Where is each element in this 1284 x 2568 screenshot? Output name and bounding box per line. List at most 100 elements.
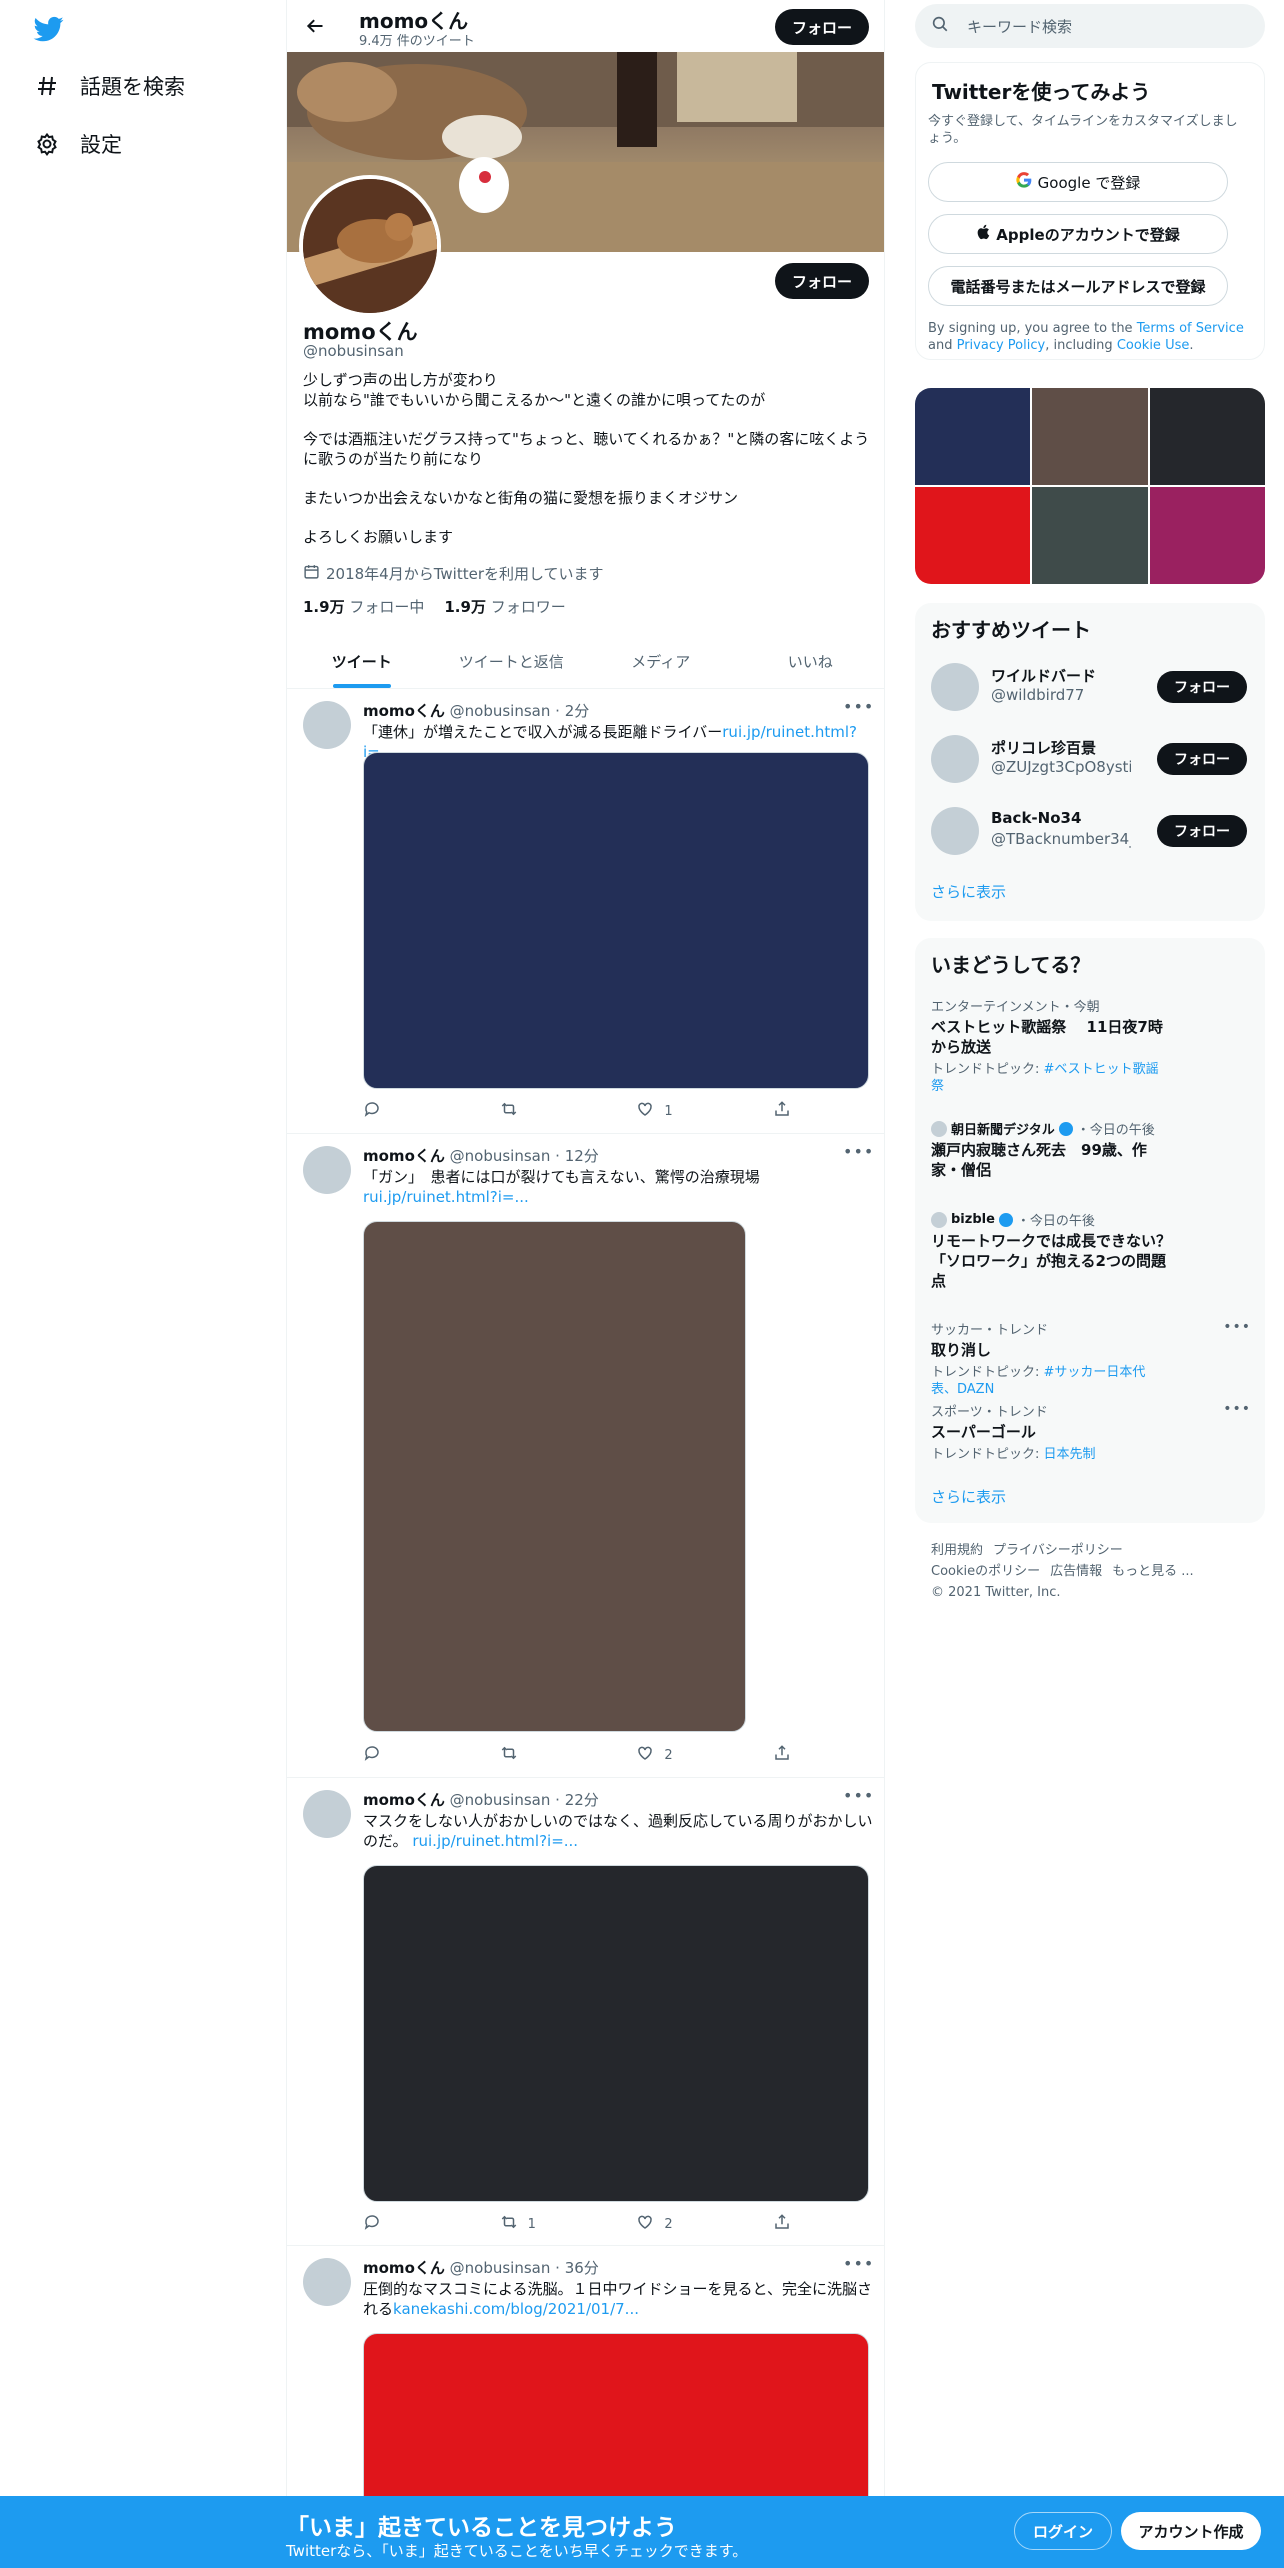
- create-account-button[interactable]: アカウント作成: [1121, 2512, 1261, 2550]
- footer-link[interactable]: もっと見る ...: [1112, 1564, 1194, 1579]
- media-thumbnail[interactable]: [915, 487, 1031, 584]
- hashtag-icon: [34, 73, 60, 99]
- trend-item[interactable]: 朝日新聞デジタル ・今日の午後 瀬戸内寂聴さん死去 99歳、作家・僧侶: [931, 1119, 1251, 1180]
- share-button[interactable]: [773, 1100, 793, 1122]
- profile-follow-button[interactable]: フォロー: [775, 263, 869, 299]
- tweet-media[interactable]: [363, 1221, 746, 1732]
- media-thumbnail[interactable]: [1149, 487, 1265, 584]
- recommended-user[interactable]: ポリコレ珍百景 @ZUJzgt3CpO8ysti フォロー: [931, 731, 1251, 787]
- tweet-media[interactable]: [363, 752, 869, 1089]
- trend-item[interactable]: エンターテインメント・今朝 ベストヒット歌謡祭 11日夜7時から放送 トレンドト…: [931, 996, 1251, 1095]
- tweet-time[interactable]: · 2分: [555, 702, 589, 720]
- follow-button[interactable]: フォロー: [1157, 743, 1247, 775]
- reply-button[interactable]: [363, 2213, 443, 2235]
- tweet[interactable]: momoくん @nobusinsan · 2分 ••• 「連休」が増えたことで収…: [287, 689, 884, 1134]
- cookie-link[interactable]: Cookie Use: [1117, 338, 1190, 353]
- tweet[interactable]: momoくん @nobusinsan · 12分 ••• 「ガン」 患者には口が…: [287, 1134, 884, 1778]
- reply-button[interactable]: [363, 1100, 443, 1122]
- media-thumbnail[interactable]: [1032, 487, 1148, 584]
- follow-button[interactable]: フォロー: [1157, 815, 1247, 847]
- tweet-author-name[interactable]: momoくん: [363, 1791, 445, 1809]
- search-box[interactable]: キーワード検索: [915, 4, 1265, 48]
- tweet-author-name[interactable]: momoくん: [363, 702, 445, 720]
- media-thumbnail[interactable]: [1032, 388, 1148, 485]
- google-signup-button[interactable]: Google で登録: [928, 162, 1228, 202]
- more-icon[interactable]: •••: [843, 1786, 874, 1805]
- twitter-bird-icon[interactable]: [32, 14, 66, 44]
- tweet-avatar[interactable]: [303, 701, 351, 749]
- reply-button[interactable]: [363, 1744, 443, 1766]
- recommended-user[interactable]: ワイルドバード @wildbird77 フォロー: [931, 659, 1251, 715]
- tweet-author-name[interactable]: momoくん: [363, 2259, 445, 2277]
- tweet-author-handle[interactable]: @nobusinsan: [450, 702, 551, 720]
- tweet-media[interactable]: [363, 1865, 869, 2202]
- retweet-button[interactable]: 1: [500, 2213, 580, 2235]
- share-button[interactable]: [773, 1744, 793, 1766]
- retweet-button[interactable]: [500, 1100, 580, 1122]
- phone-email-signup-button[interactable]: 電話番号またはメールアドレスで登録: [928, 266, 1228, 306]
- follow-button[interactable]: フォロー: [1157, 671, 1247, 703]
- calendar-icon: [303, 563, 320, 584]
- footer-link[interactable]: 利用規約: [931, 1543, 983, 1558]
- more-icon[interactable]: •••: [1223, 1319, 1251, 1335]
- tweet-link[interactable]: rui.jp/ruinet.html?i=...: [363, 1188, 529, 1206]
- tab-likes[interactable]: いいね: [736, 635, 885, 688]
- tweet-time[interactable]: · 36分: [555, 2259, 599, 2277]
- tweet-header: momoくん @nobusinsan · 2分: [363, 700, 589, 721]
- footer-link[interactable]: Cookieのポリシー: [931, 1564, 1040, 1579]
- tweet-author-name[interactable]: momoくん: [363, 1147, 445, 1165]
- heart-icon: [636, 1100, 654, 1122]
- tab-tweets-replies[interactable]: ツイートと返信: [437, 635, 587, 688]
- apple-signup-button[interactable]: Appleのアカウントで登録: [928, 214, 1228, 254]
- avatar[interactable]: [931, 663, 979, 711]
- footer-link[interactable]: 広告情報: [1050, 1564, 1102, 1579]
- following-stat[interactable]: 1.9万 フォロー中: [303, 596, 424, 617]
- media-thumbnail[interactable]: [1149, 388, 1265, 485]
- nav-settings[interactable]: 設定: [34, 124, 122, 164]
- profile-handle: @nobusinsan: [303, 342, 404, 360]
- header-follow-button[interactable]: フォロー: [775, 9, 869, 45]
- share-button[interactable]: [773, 2213, 793, 2235]
- trend-meta: ・今日の午後: [1016, 1214, 1095, 1229]
- tweet-author-handle[interactable]: @nobusinsan: [450, 2259, 551, 2277]
- back-arrow-icon[interactable]: [301, 12, 329, 40]
- tweet-time[interactable]: · 22分: [555, 1791, 599, 1809]
- avatar[interactable]: [931, 807, 979, 855]
- retweet-button[interactable]: [500, 1744, 580, 1766]
- trend-topic-link[interactable]: 日本先制: [1044, 1447, 1096, 1462]
- tweet-time[interactable]: · 12分: [555, 1147, 599, 1165]
- privacy-link[interactable]: Privacy Policy: [957, 338, 1046, 353]
- footer-link[interactable]: プライバシーポリシー: [993, 1543, 1123, 1558]
- trend-topic: トレンドトピック: 日本先制: [931, 1446, 1171, 1463]
- trends-show-more[interactable]: さらに表示: [931, 1486, 1006, 1507]
- tweet-avatar[interactable]: [303, 2258, 351, 2306]
- profile-avatar[interactable]: [299, 175, 441, 317]
- more-icon[interactable]: •••: [843, 2254, 874, 2273]
- like-button[interactable]: 2: [636, 2213, 716, 2235]
- avatar[interactable]: [931, 735, 979, 783]
- terms-link[interactable]: Terms of Service: [1137, 321, 1244, 336]
- tweet-author-handle[interactable]: @nobusinsan: [450, 1791, 551, 1809]
- more-icon[interactable]: •••: [843, 697, 874, 716]
- nav-explore[interactable]: 話題を検索: [34, 66, 185, 106]
- trend-item[interactable]: スポーツ・トレンド スーパーゴール トレンドトピック: 日本先制 •••: [931, 1401, 1251, 1463]
- trend-item[interactable]: bizble ・今日の午後 リモートワークでは成長できない？ 「ソロワーク」が抱え…: [931, 1210, 1251, 1291]
- tab-media[interactable]: メディア: [586, 635, 736, 688]
- media-thumbnail[interactable]: [915, 388, 1031, 485]
- login-button[interactable]: ログイン: [1014, 2512, 1112, 2550]
- more-icon[interactable]: •••: [843, 1142, 874, 1161]
- tweet-author-handle[interactable]: @nobusinsan: [450, 1147, 551, 1165]
- trend-item[interactable]: サッカー・トレンド 取り消し トレンドトピック: #サッカー日本代表、DAZN …: [931, 1319, 1251, 1398]
- tweet-avatar[interactable]: [303, 1146, 351, 1194]
- followers-stat[interactable]: 1.9万 フォロワー: [444, 596, 565, 617]
- like-button[interactable]: 1: [636, 1100, 716, 1122]
- tweet-avatar[interactable]: [303, 1790, 351, 1838]
- like-button[interactable]: 2: [636, 1744, 716, 1766]
- tweet-link[interactable]: kanekashi.com/blog/2021/01/7...: [393, 2300, 639, 2318]
- recommended-show-more[interactable]: さらに表示: [931, 881, 1006, 902]
- tweet[interactable]: momoくん @nobusinsan · 22分 ••• マスクをしない人がおか…: [287, 1778, 884, 2246]
- more-icon[interactable]: •••: [1223, 1401, 1251, 1417]
- recommended-user[interactable]: Back-No34 @TBacknumber34_A フォロー: [931, 803, 1251, 859]
- tweet-link[interactable]: rui.jp/ruinet.html?i=...: [412, 1832, 578, 1850]
- tab-tweets[interactable]: ツイート: [287, 635, 437, 688]
